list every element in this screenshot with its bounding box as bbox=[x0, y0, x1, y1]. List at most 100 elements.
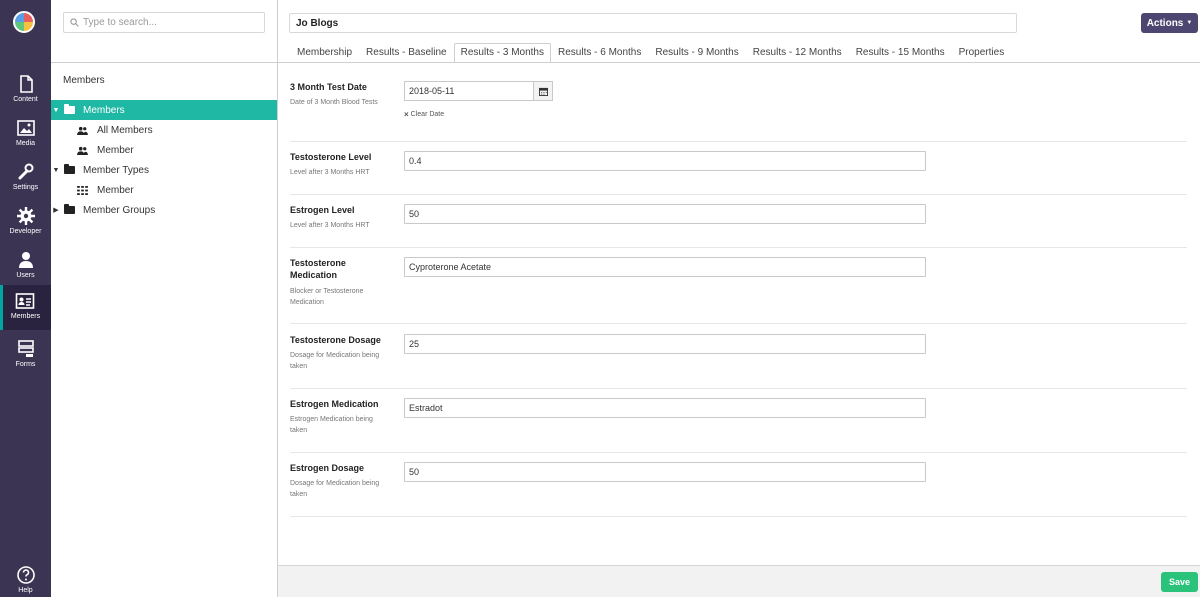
rail-label: Members bbox=[10, 313, 41, 320]
rail-label: Help bbox=[18, 587, 33, 594]
testosterone-level-input[interactable]: 0.4 bbox=[404, 151, 926, 171]
save-button[interactable]: Save bbox=[1161, 572, 1198, 592]
members-icon bbox=[77, 126, 88, 135]
tree-node-member-groups[interactable]: ▶ Member Groups bbox=[51, 200, 277, 220]
search-input[interactable]: Type to search... bbox=[63, 12, 265, 33]
property-label: Estrogen Dosage bbox=[290, 463, 365, 473]
caret-down-icon[interactable]: ▼ bbox=[51, 107, 61, 114]
member-name-input[interactable]: Jo Blogs bbox=[289, 13, 1017, 33]
user-icon bbox=[18, 252, 33, 268]
tree-node-member-types[interactable]: ▼ Member Types bbox=[51, 160, 277, 180]
clear-date-label: Clear Date bbox=[410, 111, 445, 118]
rail-label: Content bbox=[13, 96, 38, 103]
property-label: Estrogen Medication bbox=[290, 399, 379, 409]
actions-label: Actions bbox=[1146, 17, 1184, 29]
tree-node-members[interactable]: ▼ Members bbox=[51, 100, 277, 120]
calendar-icon bbox=[538, 87, 548, 96]
tree-node-label: All Members bbox=[97, 124, 153, 136]
rail-item-forms[interactable]: Forms bbox=[0, 333, 51, 377]
rail-item-help[interactable]: Help bbox=[0, 561, 51, 597]
divider bbox=[290, 141, 1187, 142]
property-description: Date of 3 Month Blood Tests bbox=[290, 99, 378, 106]
rail-label: Media bbox=[15, 140, 36, 147]
divider bbox=[290, 323, 1187, 324]
tab-membership[interactable]: Membership bbox=[290, 43, 359, 62]
property-description: Estrogen Medication being taken bbox=[290, 416, 373, 434]
image-icon bbox=[16, 120, 35, 136]
tree-node-label: Member Types bbox=[83, 164, 149, 176]
property-description: Blocker or Testosterone Medication bbox=[290, 288, 364, 306]
property-description: Dosage for Medication being taken bbox=[290, 352, 380, 370]
tree-node-label: Member bbox=[97, 184, 134, 196]
tab-results-9-months[interactable]: Results - 9 Months bbox=[648, 43, 745, 62]
rail-item-users[interactable]: Users bbox=[0, 244, 51, 288]
property-description: Level after 3 Months HRT bbox=[290, 222, 370, 229]
tab-bar: Membership Results - Baseline Results - … bbox=[278, 43, 1012, 63]
actions-button[interactable]: Actions ▼ bbox=[1141, 13, 1198, 33]
tree-node-label: Member bbox=[97, 144, 134, 156]
divider bbox=[51, 62, 277, 63]
testosterone-medication-input[interactable]: Cyproterone Acetate bbox=[404, 257, 926, 277]
rail-label: Forms bbox=[15, 361, 36, 368]
id-card-icon bbox=[15, 293, 35, 309]
document-icon bbox=[19, 75, 33, 93]
tab-results-15-months[interactable]: Results - 15 Months bbox=[849, 43, 952, 62]
tree-node-label: Members bbox=[83, 104, 125, 116]
property-description: Dosage for Medication being taken bbox=[290, 480, 380, 498]
caret-right-icon[interactable]: ▶ bbox=[51, 206, 61, 214]
property-description: Level after 3 Months HRT bbox=[290, 169, 370, 176]
estrogen-medication-input[interactable]: Estradot bbox=[404, 398, 926, 418]
wrench-icon bbox=[18, 163, 33, 180]
property-label: Testosterone Dosage bbox=[290, 335, 381, 345]
close-icon: × bbox=[404, 110, 409, 119]
gear-icon bbox=[16, 207, 35, 225]
folder-icon bbox=[64, 204, 75, 214]
tree-node-member-type[interactable]: Member bbox=[51, 180, 277, 200]
property-label: 3 Month Test Date bbox=[290, 82, 367, 92]
rail-item-settings[interactable]: Settings bbox=[0, 156, 51, 200]
tab-properties[interactable]: Properties bbox=[952, 43, 1012, 62]
rail-item-media[interactable]: Media bbox=[0, 112, 51, 156]
divider bbox=[290, 194, 1187, 195]
tree-title: Members bbox=[63, 75, 105, 86]
rail-label: Developer bbox=[9, 228, 42, 235]
estrogen-level-input[interactable]: 50 bbox=[404, 204, 926, 224]
property-label: Testosterone Medication bbox=[290, 258, 346, 280]
calendar-button[interactable] bbox=[533, 81, 553, 101]
tab-results-baseline[interactable]: Results - Baseline bbox=[359, 43, 454, 62]
form-icon bbox=[17, 340, 34, 357]
tree-node-member[interactable]: Member bbox=[51, 140, 277, 160]
tree-node-all-members[interactable]: All Members bbox=[51, 120, 277, 140]
caret-down-icon: ▼ bbox=[1186, 20, 1193, 26]
tab-results-12-months[interactable]: Results - 12 Months bbox=[746, 43, 849, 62]
folder-icon bbox=[64, 164, 75, 174]
clear-date-link[interactable]: × Clear Date bbox=[404, 110, 444, 119]
rail-label: Settings bbox=[12, 184, 39, 191]
app-rail: Content Media Settings Developer Users M… bbox=[0, 0, 51, 597]
divider bbox=[290, 516, 1187, 517]
search-placeholder: Type to search... bbox=[83, 17, 157, 28]
search-icon bbox=[70, 18, 79, 27]
rail-item-members[interactable]: Members bbox=[0, 285, 51, 330]
divider bbox=[278, 62, 1200, 63]
estrogen-dosage-input[interactable]: 50 bbox=[404, 462, 926, 482]
divider bbox=[290, 388, 1187, 389]
rail-item-developer[interactable]: Developer bbox=[0, 200, 51, 244]
member-name: Jo Blogs bbox=[296, 17, 339, 29]
property-label: Estrogen Level bbox=[290, 205, 355, 215]
tab-results-3-months[interactable]: Results - 3 Months bbox=[453, 43, 551, 63]
folder-icon bbox=[64, 104, 75, 114]
divider bbox=[290, 247, 1187, 248]
rail-label: Users bbox=[16, 272, 35, 279]
footer-bar bbox=[278, 565, 1200, 597]
tree-node-label: Member Groups bbox=[83, 204, 156, 216]
tab-results-6-months[interactable]: Results - 6 Months bbox=[551, 43, 648, 62]
caret-down-icon[interactable]: ▼ bbox=[51, 167, 61, 174]
rail-item-content[interactable]: Content bbox=[0, 68, 51, 112]
logo-icon[interactable] bbox=[13, 11, 35, 33]
date-input[interactable]: 2018-05-11 bbox=[404, 81, 534, 101]
testosterone-dosage-input[interactable]: 25 bbox=[404, 334, 926, 354]
help-icon bbox=[16, 566, 35, 584]
grid-icon bbox=[77, 185, 88, 195]
members-icon bbox=[77, 146, 88, 155]
